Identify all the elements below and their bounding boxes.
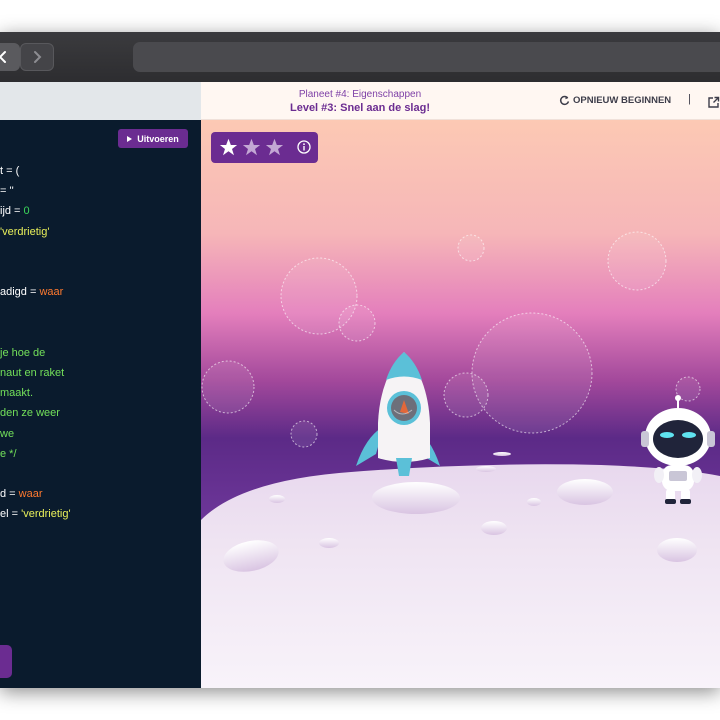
address-bar[interactable] — [133, 42, 720, 72]
code-token: waar — [39, 286, 64, 299]
code-token: e */ — [0, 447, 17, 460]
external-link-icon — [708, 96, 720, 108]
refresh-icon — [559, 95, 570, 106]
external-link-button[interactable] — [707, 94, 720, 113]
code-line[interactable]: we — [0, 428, 201, 440]
code-line[interactable]: el = 'verdrietig' — [0, 508, 201, 520]
level-title: Level #3: Snel aan de slag! — [289, 102, 430, 114]
code-line[interactable]: d = waar — [0, 488, 201, 500]
restart-label: OPNIEUW BEGINNEN — [573, 95, 672, 106]
game-scene[interactable] — [201, 120, 720, 688]
code-editor[interactable]: Uitvoeren t = ( = '' ijd = 0 'verdrietig' ad… — [0, 120, 201, 688]
code-token: d = — [0, 488, 19, 501]
code-token: = '' — [0, 185, 14, 198]
code-line[interactable]: je hoe de — [0, 347, 201, 359]
code-token: el = — [0, 508, 22, 521]
level-header: Planeet #4: Eigenschappen Level #3: Snel… — [201, 82, 720, 120]
code-line[interactable]: den ze weer — [0, 407, 201, 419]
header-separator: | — [688, 93, 691, 105]
code-token: 0 — [23, 205, 30, 218]
play-icon — [127, 135, 133, 142]
code-token: ijd = — [0, 205, 24, 218]
code-line[interactable]: naut en raket — [0, 367, 201, 379]
code-line[interactable]: e */ — [0, 448, 201, 460]
code-line[interactable]: = '' — [0, 185, 201, 197]
code-token: adigd = — [0, 286, 40, 299]
editor-header — [0, 82, 201, 120]
browser-window: Uitvoeren t = ( = '' ijd = 0 'verdrietig' ad… — [0, 32, 720, 688]
run-button-label: Uitvoeren — [137, 133, 179, 144]
app-content: Uitvoeren t = ( = '' ijd = 0 'verdrietig' ad… — [0, 82, 720, 688]
code-token: je hoe de — [0, 346, 46, 359]
back-button[interactable] — [0, 43, 20, 71]
astronaut[interactable] — [639, 395, 719, 507]
star-icon — [242, 138, 261, 156]
chevron-right-icon — [34, 51, 42, 63]
code-token: 'verdrietig' — [21, 508, 71, 521]
code-token: maakt. — [0, 387, 34, 400]
rocket[interactable] — [346, 348, 446, 483]
code-token: we — [0, 427, 15, 440]
star-icon — [265, 138, 284, 156]
info-icon[interactable] — [297, 140, 311, 154]
run-button[interactable]: Uitvoeren — [118, 129, 188, 148]
star-icon — [219, 138, 238, 156]
code-token: 'verdrietig' — [0, 225, 50, 238]
star-rating — [211, 132, 318, 163]
browser-toolbar — [0, 32, 720, 82]
code-token: naut en raket — [0, 367, 65, 379]
code-line[interactable]: adigd = waar — [0, 286, 201, 298]
code-token: t = ( — [0, 165, 20, 177]
code-line[interactable]: 'verdrietig' — [0, 226, 201, 238]
restart-button[interactable]: OPNIEUW BEGINNEN — [559, 95, 671, 106]
code-token: waar — [18, 488, 43, 501]
planet-title: Planeet #4: Eigenschappen — [298, 89, 422, 100]
forward-button[interactable] — [20, 43, 54, 71]
code-line[interactable]: ijd = 0 — [0, 205, 201, 217]
editor-side-tab[interactable] — [0, 645, 12, 678]
code-line[interactable]: maakt. — [0, 387, 201, 399]
code-token: den ze weer — [0, 407, 60, 420]
chevron-left-icon — [0, 51, 6, 63]
code-line[interactable]: t = ( — [0, 165, 201, 177]
